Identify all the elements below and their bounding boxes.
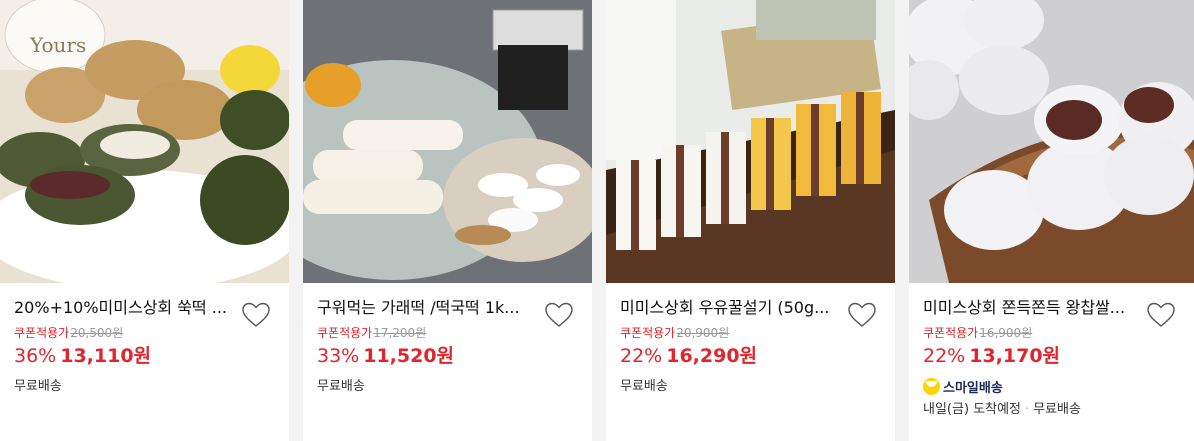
product-title[interactable]: 구워먹는 가래떡 /떡국떡 1k... [317,296,539,320]
sale-price: 16,290원 [666,345,758,367]
mugwort-rice-cake-image: Yours [0,0,289,283]
free-shipping-label: 무료배송 [317,379,365,394]
smile-icon [923,377,940,395]
delivery-info: 내일(금) 도착예정 · 무료배송 [923,401,1180,419]
price-line: 22% 16,290원 [620,343,881,369]
free-shipping-label: 무료배송 [14,379,62,394]
sale-price: 11,520원 [363,345,455,367]
product-title[interactable]: 미미스상회 쫀득쫀득 왕찹쌀... [923,296,1145,320]
original-price: 17,200원 [373,326,427,340]
discount-rate: 33% [317,345,360,367]
milk-honey-seolgi-image [606,0,895,283]
smile-delivery-label: 스마일배송 [943,380,1003,396]
discount-rate: 36% [14,345,57,367]
coupon-price-line: 쿠폰적용가20,500원 [14,325,275,341]
original-price: 20,500원 [70,326,124,340]
heart-icon[interactable] [241,301,271,329]
product-image[interactable] [909,0,1194,283]
sale-price: 13,110원 [60,345,152,367]
product-list: Yours 20%+10%미미스상회 쑥떡 ... 쿠폰적용가20,500원 3… [0,0,1194,441]
chapssal-tteok-image [909,0,1194,283]
delivery-date: 내일(금) 도착예정 [923,402,1021,417]
smile-delivery-badge: 스마일배송 [923,377,1180,396]
product-title[interactable]: 20%+10%미미스상회 쑥떡 ... [14,296,236,320]
free-shipping-label: 무료배송 [620,379,668,394]
price-line: 22% 13,170원 [923,343,1180,369]
heart-icon[interactable] [544,301,574,329]
original-price: 20,900원 [676,326,730,340]
product-card[interactable]: Yours 20%+10%미미스상회 쑥떡 ... 쿠폰적용가20,500원 3… [0,0,289,441]
product-card[interactable]: 미미스상회 우유꿀설기 (50g... 쿠폰적용가20,900원 22% 16,2… [606,0,895,441]
product-image[interactable] [303,0,592,283]
price-line: 36% 13,110원 [14,343,275,369]
original-price: 16,900원 [979,326,1033,340]
discount-rate: 22% [923,345,966,367]
separator-dot: · [1025,402,1030,417]
sale-price: 13,170원 [969,345,1061,367]
coupon-price-line: 쿠폰적용가20,900원 [620,325,881,341]
coupon-label: 쿠폰적용가 [620,326,676,340]
product-card[interactable]: 구워먹는 가래떡 /떡국떡 1k... 쿠폰적용가17,200원 33% 11,5… [303,0,592,441]
heart-icon[interactable] [1146,301,1176,329]
heart-icon[interactable] [847,301,877,329]
coupon-price-line: 쿠폰적용가16,900원 [923,325,1180,341]
coupon-price-line: 쿠폰적용가17,200원 [317,325,578,341]
free-shipping-label: 무료배송 [1033,402,1081,417]
price-line: 33% 11,520원 [317,343,578,369]
garae-tteok-image [303,0,592,283]
product-card[interactable]: 미미스상회 쫀득쫀득 왕찹쌀... 쿠폰적용가16,900원 22% 13,170… [909,0,1194,441]
coupon-label: 쿠폰적용가 [317,326,373,340]
coupon-label: 쿠폰적용가 [923,326,979,340]
product-image[interactable]: Yours [0,0,289,283]
product-title[interactable]: 미미스상회 우유꿀설기 (50g... [620,296,842,320]
discount-rate: 22% [620,345,663,367]
svg-text:Yours: Yours [29,33,86,57]
coupon-label: 쿠폰적용가 [14,326,70,340]
product-image[interactable] [606,0,895,283]
